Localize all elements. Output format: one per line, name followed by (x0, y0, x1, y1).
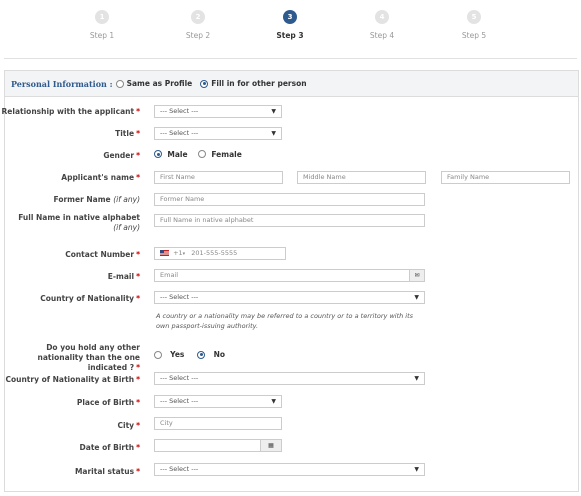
calendar-icon[interactable]: ▦ (260, 440, 281, 451)
nationality-birth-select[interactable]: --- Select --- ▼ (154, 372, 425, 385)
step-5-label: Step 5 (461, 31, 487, 40)
marital-status-select[interactable]: --- Select --- ▼ (154, 463, 425, 476)
other-nationality-options: Yes No (154, 344, 225, 363)
title-select[interactable]: --- Select --- ▼ (154, 127, 282, 140)
first-name-input[interactable]: First Name (154, 171, 283, 184)
relationship-label: Relationship with the applicant * (1, 107, 140, 116)
stepper-divider (4, 58, 577, 59)
step-5-number: 5 (467, 10, 481, 24)
step-3-number: 3 (283, 10, 297, 24)
step-1-label: Step 1 (89, 31, 115, 40)
nationality-select[interactable]: --- Select --- ▼ (154, 291, 425, 304)
step-4-number: 4 (375, 10, 389, 24)
gender-male-label: Male (167, 149, 188, 159)
nationality-hint: A country or a nationality may be referr… (156, 312, 414, 330)
gender-label: Gender * (103, 151, 140, 160)
family-name-input[interactable]: Family Name (441, 171, 570, 184)
chevron-down-icon: ▼ (271, 108, 276, 115)
fill-other-person-label: Fill in for other person (211, 79, 307, 88)
step-5[interactable]: 5 Step 5 (434, 10, 514, 40)
chevron-down-icon: ▼ (271, 130, 276, 137)
city-input[interactable]: City (154, 417, 282, 430)
chevron-down-icon: ▼ (271, 398, 276, 405)
gender-female-label: Female (211, 149, 242, 159)
same-as-profile-label: Same as Profile (126, 79, 193, 88)
step-2-number: 2 (191, 10, 205, 24)
place-of-birth-select[interactable]: --- Select --- ▼ (154, 395, 282, 408)
step-2-label: Step 2 (185, 31, 211, 40)
other-nationality-yes-label: Yes (170, 350, 185, 359)
marital-status-label: Marital status * (74, 467, 140, 476)
applicant-name-label: Applicant's name * (61, 173, 140, 182)
relationship-select[interactable]: --- Select --- ▼ (154, 105, 282, 118)
country-code: +1 (173, 249, 183, 257)
chevron-down-icon: ▼ (414, 294, 419, 301)
section-title: Personal Information : (11, 78, 113, 89)
gender-male-radio[interactable] (154, 150, 162, 158)
envelope-icon: ✉ (409, 270, 424, 281)
us-flag-icon (160, 250, 169, 256)
step-1-number: 1 (95, 10, 109, 24)
step-4[interactable]: 4 Step 4 (342, 10, 422, 40)
step-1[interactable]: 1 Step 1 (62, 10, 142, 40)
native-name-label: Full Name in native alphabet (if any) (18, 213, 140, 232)
chevron-down-icon: ▾ (182, 251, 186, 257)
other-nationality-label: Do you hold any other nationality than t… (37, 343, 140, 372)
phone-placeholder: 201-555-5555 (191, 249, 238, 257)
step-3-label: Step 3 (276, 31, 304, 40)
nationality-label: Country of Nationality * (40, 294, 140, 303)
contact-number-label: Contact Number * (65, 250, 140, 259)
chevron-down-icon: ▼ (414, 375, 419, 382)
gender-female-radio[interactable] (197, 150, 206, 158)
place-of-birth-label: Place of Birth * (76, 398, 140, 407)
date-of-birth-label: Date of Birth * (79, 443, 140, 452)
email-label: E-mail * (107, 272, 140, 281)
chevron-down-icon: ▼ (414, 466, 419, 473)
title-label: Title * (115, 129, 140, 138)
stepper: 1 Step 1 2 Step 2 3 Step 3 4 Step 4 5 St… (0, 0, 581, 60)
former-name-input[interactable]: Former Name (154, 193, 425, 206)
step-4-label: Step 4 (369, 31, 395, 40)
step-2[interactable]: 2 Step 2 (158, 10, 238, 40)
other-nationality-no-label: No (213, 350, 226, 359)
other-nationality-no-radio[interactable] (197, 350, 206, 359)
middle-name-input[interactable]: Middle Name (297, 171, 426, 184)
email-placeholder: Email (160, 271, 179, 279)
gender-options: Male Female (154, 149, 242, 159)
contact-number-input[interactable]: +1▾ 201-555-5555 (154, 247, 286, 260)
email-input[interactable]: Email ✉ (154, 269, 425, 282)
panel-header: Personal Information : Same as Profile F… (5, 71, 578, 97)
date-of-birth-input[interactable]: ▦ (154, 439, 282, 452)
nationality-birth-label: Country of Nationality at Birth * (5, 375, 140, 384)
other-nationality-yes-radio[interactable] (154, 350, 162, 359)
native-name-input[interactable]: Full Name in native alphabet (154, 214, 425, 227)
same-as-profile-radio[interactable] (115, 79, 124, 88)
fill-other-person-radio[interactable] (200, 79, 209, 88)
city-label: City * (117, 421, 141, 430)
step-3[interactable]: 3 Step 3 (250, 10, 330, 40)
former-name-label: Former Name (if any) (53, 195, 141, 204)
